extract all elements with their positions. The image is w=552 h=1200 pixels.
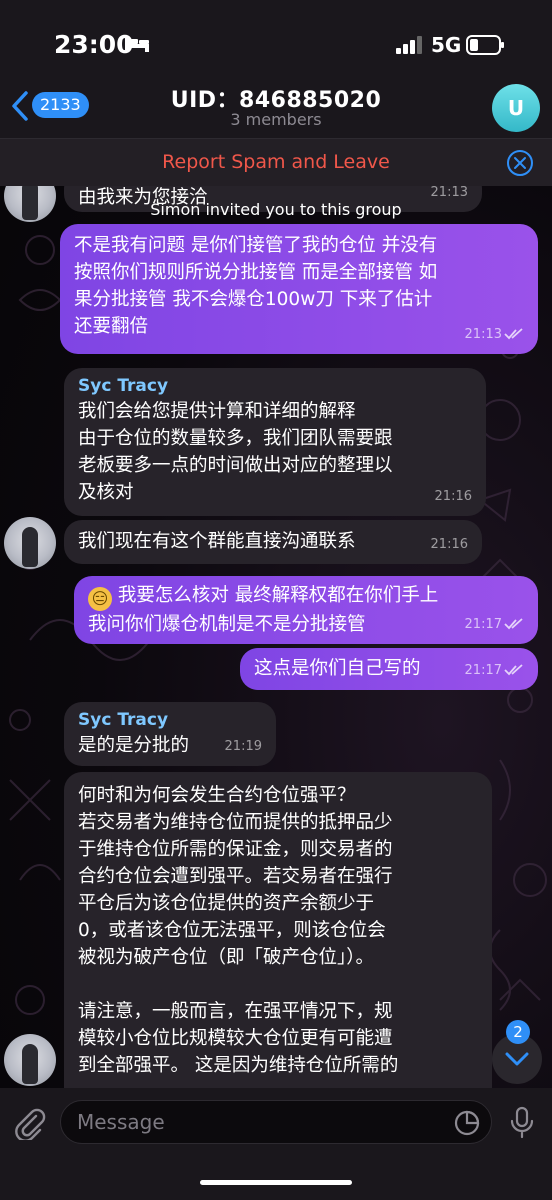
message-text-line: 被视为破产仓位（即「破产仓位」）。 — [78, 947, 375, 968]
message-meta: 21:17 — [465, 657, 524, 684]
incoming-message[interactable]: 何时和为何会发生合约仓位强平？ 若交易者为维持仓位而提供的抵押品少 于维持仓位所… — [64, 772, 492, 1102]
outgoing-message[interactable]: 😑 我要怎么核对 最终解释权都在你们手上 我问你们爆仓机制是不是分批接管 21:… — [74, 576, 538, 644]
incoming-message[interactable]: Syc Tracy 是的是分批的 21:19 — [64, 702, 276, 766]
message-meta: 21:17 — [465, 611, 524, 638]
message-text-line: 0，或者该仓位无法强平，则该仓位会 — [78, 920, 386, 941]
message-text-line: 老板要多一点的时间做出对应的整理以 — [78, 455, 393, 476]
chat-avatar[interactable]: U — [492, 84, 540, 132]
message-text-line: 平仓后为该仓位提供的资产余额少于 — [78, 893, 375, 914]
chat-header: 2133 UID：846885020 3 members U — [0, 68, 552, 138]
read-checks-icon — [504, 664, 523, 676]
message-text-line: 由于仓位的数量较多，我们团队需要跟 — [78, 428, 393, 449]
message-time: 21:16 — [430, 537, 468, 552]
sender-name[interactable]: Syc Tracy — [78, 708, 262, 732]
message-text-line: 若交易者为维持仓位而提供的抵押品少 — [78, 812, 393, 833]
message-time: 21:19 — [224, 739, 262, 754]
message-text-line: 何时和为何会发生合约仓位强平？ — [78, 785, 356, 806]
message-text-line: 按照你们规则所说分批接管 而是全部接管 如 — [74, 262, 438, 283]
message-text-line: 不是我有问题 是你们接管了我的仓位 并没有 — [74, 235, 438, 256]
battery-icon — [466, 35, 506, 59]
service-message: Simon invited you to this group — [150, 200, 402, 219]
message-text-line: 😑 我要怎么核对 最终解释权都在你们手上 — [88, 582, 524, 611]
message-time: 21:13 — [464, 327, 502, 342]
avatar[interactable] — [4, 1034, 56, 1086]
report-spam-button[interactable]: Report Spam and Leave — [0, 151, 552, 173]
message-meta: 21:13 — [465, 321, 524, 348]
message-text-line: 及核对 — [78, 482, 134, 503]
microphone-icon[interactable] — [510, 1106, 534, 1144]
report-spam-bar-overlay: Report Spam and Leave — [0, 138, 552, 186]
read-checks-icon — [504, 328, 523, 340]
message-text-line: 还要翻倍 — [74, 316, 149, 337]
bed-icon — [124, 34, 150, 56]
chat-member-count: 3 members — [230, 110, 322, 129]
unread-count-badge: 2 — [506, 1020, 530, 1044]
paperclip-icon[interactable] — [14, 1106, 46, 1144]
message-text-line: 我们会给您提供计算和详细的解释 — [78, 401, 356, 422]
incoming-message[interactable]: 由我来为您接洽 我们现在有这个群能直接沟通联系 21:16 — [64, 520, 482, 564]
network-type: 5G — [431, 33, 462, 57]
message-text-line: 于维持仓位所需的保证金，则交易者的 — [78, 839, 393, 860]
signal-icon — [396, 36, 424, 58]
message-text-line: 我问你们爆仓机制是不是分批接管 — [88, 614, 366, 635]
message-time: 21:16 — [434, 489, 472, 504]
sender-name[interactable]: Syc Tracy — [78, 374, 472, 398]
incoming-message[interactable]: Syc Tracy 我们会给您提供计算和详细的解释 由于仓位的数量较多，我们团队… — [64, 368, 486, 516]
message-text-line: 模较小仓位比规模较大仓位更有可能遭 — [78, 1028, 393, 1049]
message-text-line: 果分批接管 我不会爆仓100w刀 下来了估计 — [74, 289, 433, 310]
status-time: 23:00 — [54, 30, 134, 59]
message-text: 我们现在有这个群能直接沟通联系 — [78, 531, 356, 552]
avatar[interactable] — [4, 517, 56, 569]
outgoing-message[interactable]: 这点是你们自己写的 21:17 — [240, 648, 538, 690]
close-circle-icon[interactable] — [506, 149, 534, 181]
message-text-line: 请注意，一般而言，在强平情况下，规 — [78, 1001, 393, 1022]
read-checks-icon — [504, 618, 523, 630]
sticker-icon[interactable] — [454, 1110, 480, 1140]
emoji: 😑 — [88, 587, 112, 611]
message-time: 21:17 — [464, 663, 502, 678]
message-input[interactable] — [60, 1100, 492, 1144]
outgoing-message[interactable]: 不是我有问题 是你们接管了我的仓位 并没有 按照你们规则所说分批接管 而是全部接… — [60, 224, 538, 354]
message-text-line: 合约仓位会遭到强平。若交易者在强行 — [78, 866, 393, 887]
chevron-down-icon — [505, 1052, 529, 1066]
message-time: 21:17 — [464, 617, 502, 632]
home-indicator — [200, 1180, 352, 1185]
message-text-line: 到全部强平。 这是因为维持仓位所需的 — [78, 1055, 399, 1076]
